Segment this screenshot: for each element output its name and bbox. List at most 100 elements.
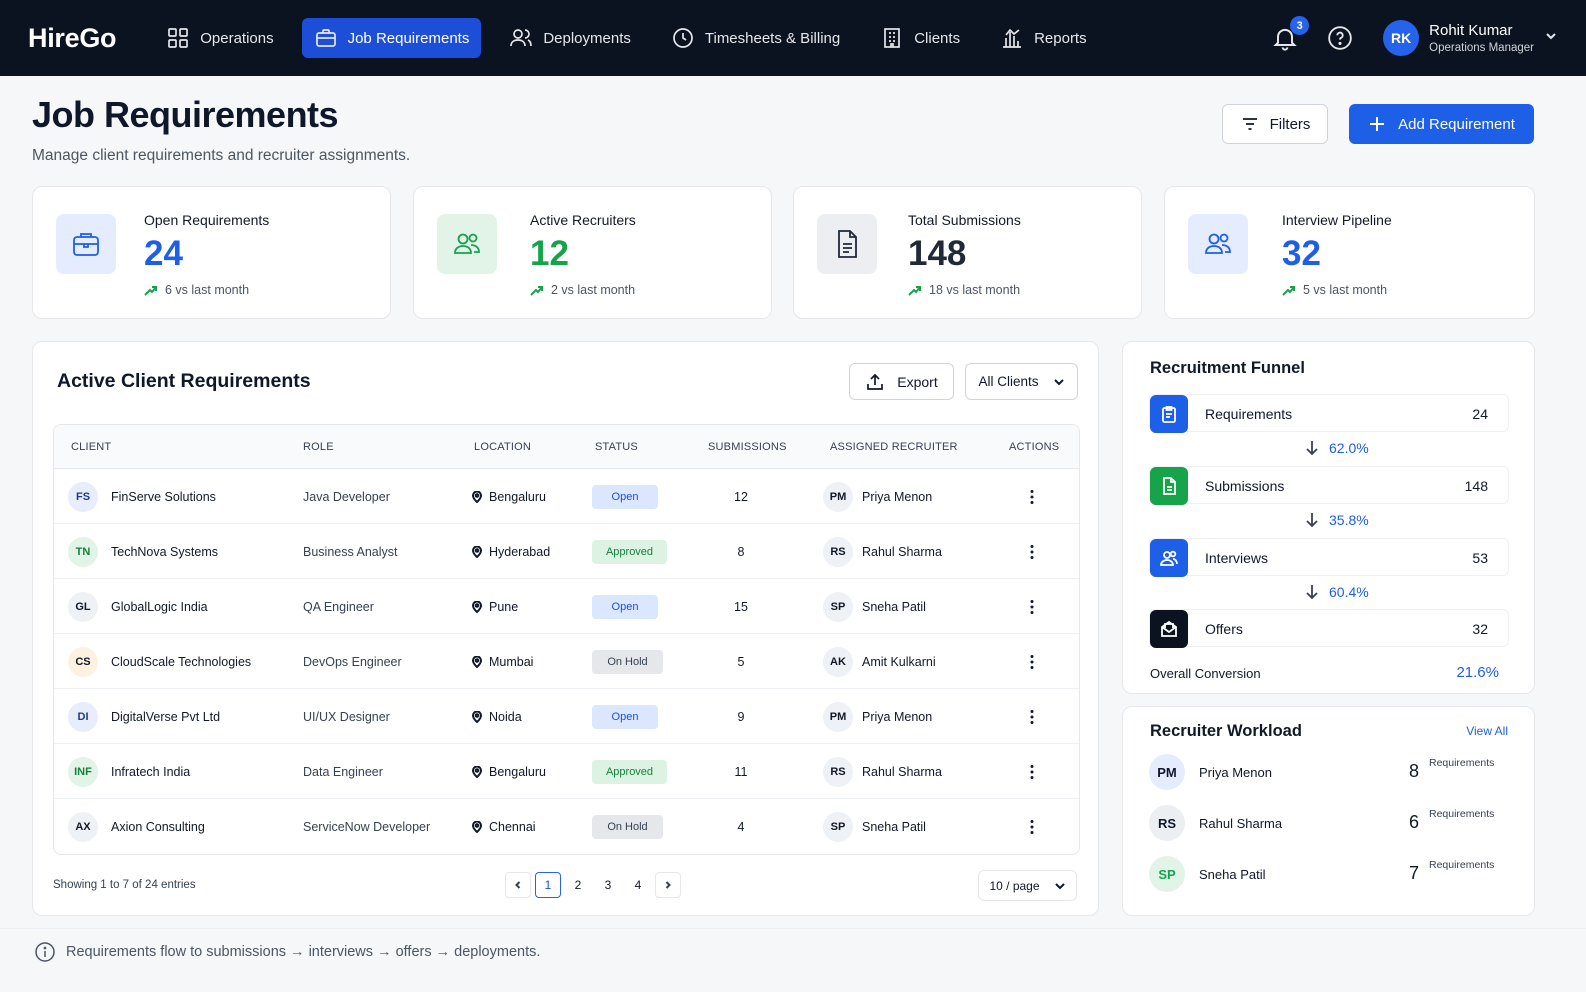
- status-cell: Open: [592, 689, 658, 744]
- nav-item-job-requirements[interactable]: Job Requirements: [301, 18, 482, 58]
- users-icon: [437, 214, 497, 274]
- recruiter-avatar: RS: [823, 756, 853, 787]
- requirements-table: CLIENT ROLE LOCATION STATUS SUBMISSIONS …: [53, 424, 1080, 855]
- page-size-select[interactable]: 10 / page: [978, 870, 1077, 901]
- column-header[interactable]: LOCATION: [474, 441, 531, 453]
- stat-value: 12: [530, 234, 569, 273]
- row-actions-button[interactable]: [1024, 579, 1040, 634]
- arrow-down-icon: [1306, 441, 1318, 456]
- funnel-stage-interviews[interactable]: Interviews 53: [1149, 538, 1509, 577]
- brand-logo[interactable]: HireGo: [28, 23, 117, 54]
- page-button[interactable]: 2: [565, 872, 591, 898]
- submissions-cell: 15: [734, 599, 748, 614]
- table-row[interactable]: TN TechNova Systems Business Analyst Hyd…: [54, 524, 1079, 579]
- user-menu[interactable]: Rohit Kumar Operations Manager: [1429, 22, 1534, 54]
- footer-note-text: Requirements flow to submissions → inter…: [66, 944, 541, 960]
- trend-up-icon: [530, 285, 543, 296]
- stat-trend: 18 vs last month: [908, 283, 1020, 297]
- add-requirement-button[interactable]: Add Requirement: [1349, 104, 1534, 144]
- stat-value: 24: [144, 234, 183, 273]
- column-header[interactable]: ASSIGNED RECRUITER: [830, 441, 958, 453]
- recruiter-name: Priya Menon: [862, 709, 933, 724]
- next-page-button[interactable]: [655, 872, 681, 898]
- row-actions-button[interactable]: [1024, 469, 1040, 524]
- recruiter-cell: SP: [823, 799, 853, 854]
- table-row[interactable]: AX Axion Consulting ServiceNow Developer…: [54, 799, 1079, 854]
- table-row[interactable]: FS FinServe Solutions Java Developer Ben…: [54, 469, 1079, 524]
- role-cell: Business Analyst: [303, 544, 398, 559]
- filters-button[interactable]: Filters: [1222, 104, 1328, 144]
- table-row[interactable]: DI DigitalVerse Pvt Ltd UI/UX Designer N…: [54, 689, 1079, 744]
- table-row[interactable]: GL GlobalLogic India QA Engineer Pune Op…: [54, 579, 1079, 634]
- nav-item-clients[interactable]: Clients: [868, 18, 972, 58]
- row-actions-button[interactable]: [1024, 689, 1040, 744]
- client-name[interactable]: CloudScale Technologies: [111, 634, 251, 689]
- row-actions-button[interactable]: [1024, 799, 1040, 854]
- prev-page-button[interactable]: [505, 872, 531, 898]
- submissions-cell: 8: [737, 544, 745, 559]
- location-cell: Noida: [471, 689, 522, 744]
- recruiter-name: Amit Kulkarni: [862, 654, 936, 669]
- role-cell: ServiceNow Developer: [303, 819, 431, 834]
- client-avatar: FS: [68, 481, 98, 512]
- user-avatar[interactable]: RK: [1383, 20, 1420, 56]
- conversion-rate: 62.0%: [1329, 440, 1369, 456]
- client-filter-select[interactable]: All Clients: [965, 363, 1078, 400]
- envelope-icon: [1150, 610, 1188, 648]
- funnel-stage-offers[interactable]: Offers 32: [1149, 609, 1509, 648]
- role-cell: UI/UX Designer: [303, 709, 390, 724]
- stat-label: Active Recruiters: [530, 212, 636, 228]
- overall-conversion-label: Overall Conversion: [1150, 666, 1261, 681]
- client-name[interactable]: FinServe Solutions: [111, 469, 216, 524]
- recruiter-name: Priya Menon: [1199, 765, 1272, 780]
- row-actions-button[interactable]: [1024, 634, 1040, 689]
- client-name[interactable]: Infratech India: [111, 744, 190, 799]
- nav-item-reports[interactable]: Reports: [988, 18, 1099, 58]
- view-all-link[interactable]: View All: [1466, 724, 1508, 738]
- client-cell: AX: [68, 799, 98, 854]
- funnel-stage-requirements[interactable]: Requirements 24: [1149, 394, 1509, 433]
- client-name[interactable]: TechNova Systems: [111, 524, 218, 579]
- workload-row[interactable]: PM Priya Menon 8 Requirements: [1149, 754, 1509, 790]
- funnel-conversion: 35.8%: [1305, 512, 1369, 528]
- recruitment-funnel-card: Recruitment Funnel Requirements 24 62.0%…: [1122, 341, 1535, 694]
- page-size-value: 10 / page: [989, 878, 1040, 893]
- client-name[interactable]: GlobalLogic India: [111, 579, 208, 634]
- arrow-down-icon: [1306, 585, 1318, 600]
- column-header[interactable]: CLIENT: [71, 441, 111, 453]
- column-header[interactable]: SUBMISSIONS: [708, 441, 787, 453]
- page-button[interactable]: 3: [595, 872, 621, 898]
- notifications-button[interactable]: 3: [1271, 16, 1310, 52]
- chevron-left-icon: [515, 881, 521, 889]
- export-button[interactable]: Export: [849, 363, 954, 400]
- table-title: Active Client Requirements: [57, 370, 311, 392]
- nav-item-timesheets[interactable]: Timesheets & Billing: [659, 18, 852, 58]
- help-button[interactable]: [1327, 25, 1353, 51]
- workload-row[interactable]: RS Rahul Sharma 6 Requirements: [1149, 805, 1509, 841]
- column-header[interactable]: STATUS: [595, 441, 638, 453]
- workload-row[interactable]: SP Sneha Patil 7 Requirements: [1149, 856, 1509, 892]
- funnel-stage-submissions[interactable]: Submissions 148: [1149, 466, 1509, 505]
- table-row[interactable]: CS CloudScale Technologies DevOps Engine…: [54, 634, 1079, 689]
- row-actions-button[interactable]: [1024, 524, 1040, 579]
- chevron-down-icon[interactable]: [1544, 29, 1558, 48]
- submissions-cell: 9: [737, 709, 745, 724]
- client-name[interactable]: Axion Consulting: [111, 799, 205, 854]
- avatar: PM: [1149, 754, 1185, 790]
- client-name[interactable]: DigitalVerse Pvt Ltd: [111, 689, 220, 744]
- stat-card-total-submissions: Total Submissions 148 18 vs last month: [793, 186, 1142, 319]
- client-filter-value: All Clients: [978, 374, 1039, 389]
- nav-item-deployments[interactable]: Deployments: [497, 18, 643, 58]
- upload-icon: [867, 373, 884, 390]
- column-header[interactable]: ROLE: [303, 441, 334, 453]
- row-actions-button[interactable]: [1024, 744, 1040, 799]
- table-row[interactable]: INF Infratech India Data Engineer Bengal…: [54, 744, 1079, 799]
- funnel-conversion: 60.4%: [1305, 584, 1369, 600]
- location-cell: Pune: [471, 579, 518, 634]
- nav-label: Reports: [1034, 29, 1087, 47]
- page-button[interactable]: 4: [625, 872, 651, 898]
- nav-item-operations[interactable]: Operations: [154, 18, 285, 58]
- location-cell: Hyderabad: [471, 524, 550, 579]
- page-button[interactable]: 1: [535, 872, 561, 898]
- recruiter-cell: AK: [823, 634, 853, 689]
